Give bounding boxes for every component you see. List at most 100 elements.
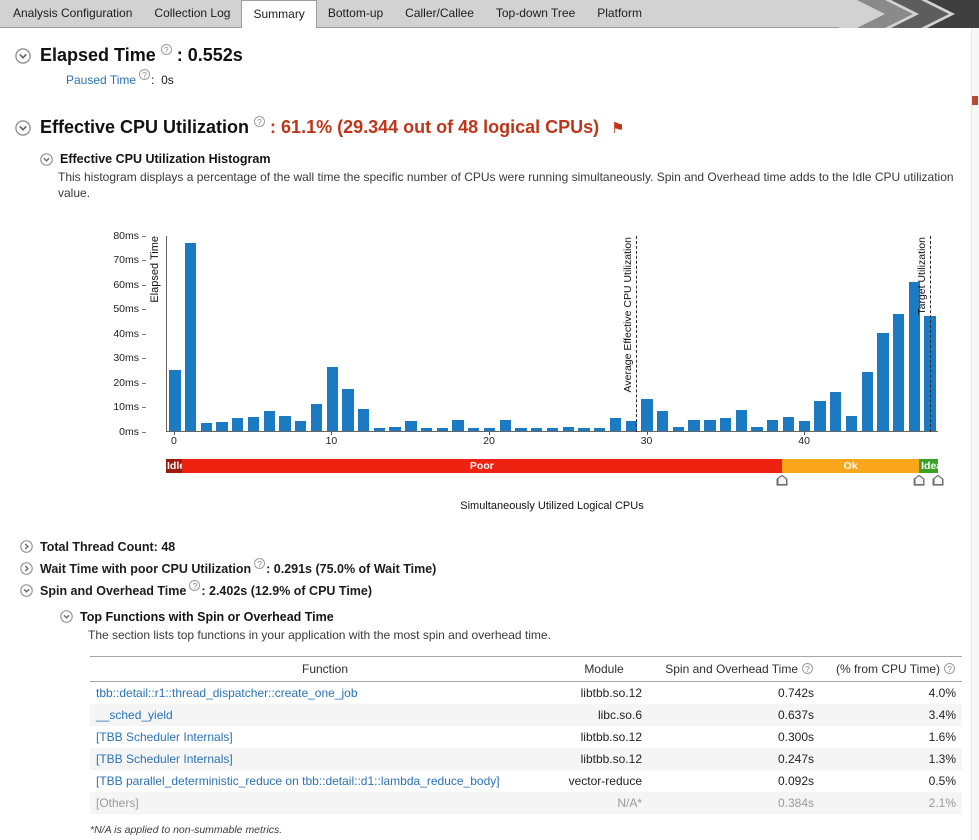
histogram-slot bbox=[246, 236, 262, 431]
help-icon[interactable] bbox=[944, 663, 955, 674]
tab-bottom-up[interactable]: Bottom-up bbox=[317, 0, 394, 27]
histogram-bar bbox=[751, 427, 762, 431]
table-row[interactable]: tbb::detail::r1::thread_dispatcher::crea… bbox=[90, 681, 962, 704]
time-cell: 0.742s bbox=[648, 681, 820, 704]
collapse-icon[interactable] bbox=[60, 610, 73, 623]
histogram-bar bbox=[295, 421, 306, 431]
chevron-decoration bbox=[839, 0, 979, 28]
collapse-icon[interactable] bbox=[15, 48, 31, 64]
histogram-bar bbox=[389, 427, 400, 431]
histogram-bar bbox=[437, 428, 448, 430]
collapse-icon[interactable] bbox=[40, 153, 53, 166]
histogram-slot bbox=[324, 236, 340, 431]
cpu-utilization-section-header: Effective CPU Utilization : 61.1% (29.34… bbox=[15, 117, 979, 138]
histogram-bar bbox=[327, 367, 338, 430]
histogram-bar bbox=[232, 418, 243, 430]
expand-icon[interactable] bbox=[20, 540, 33, 553]
table-row[interactable]: [TBB Scheduler Internals] libtbb.so.12 0… bbox=[90, 726, 962, 748]
help-icon[interactable] bbox=[254, 558, 265, 569]
y-tick-label: 0ms bbox=[119, 426, 146, 438]
histogram-plot bbox=[166, 236, 938, 432]
scrollbar-issue-marker[interactable] bbox=[972, 96, 978, 105]
histogram-bar bbox=[720, 418, 731, 430]
histogram-slot bbox=[387, 236, 403, 431]
top-functions-description: The section lists top functions in your … bbox=[88, 628, 979, 642]
histogram-slot bbox=[450, 236, 466, 431]
collapse-icon[interactable] bbox=[20, 584, 33, 597]
tab-collection-log[interactable]: Collection Log bbox=[143, 0, 241, 27]
histogram-bar bbox=[279, 416, 290, 431]
histogram-slot bbox=[576, 236, 592, 431]
collapse-icon[interactable] bbox=[15, 120, 31, 136]
stat-value: 0.291s (75.0% of Wait Time) bbox=[274, 562, 437, 576]
table-row[interactable]: __sched_yield libc.so.6 0.637s 3.4% bbox=[90, 704, 962, 726]
histogram-bar bbox=[799, 421, 810, 431]
histogram-slot bbox=[655, 236, 671, 431]
function-link[interactable]: [TBB Scheduler Internals] bbox=[96, 752, 233, 766]
histogram-slot bbox=[482, 236, 498, 431]
histogram-bar bbox=[830, 392, 841, 431]
histogram-slot bbox=[608, 236, 624, 431]
column-header-time[interactable]: Spin and Overhead Time bbox=[648, 656, 820, 681]
histogram-bar bbox=[358, 409, 369, 431]
tab-platform[interactable]: Platform bbox=[586, 0, 653, 27]
histogram-bar bbox=[342, 389, 353, 430]
x-tick-label: 0 bbox=[171, 435, 177, 447]
column-header-function[interactable]: Function bbox=[90, 656, 560, 681]
module-cell: libtbb.so.12 bbox=[560, 726, 648, 748]
help-icon[interactable] bbox=[139, 69, 150, 80]
histogram-slot bbox=[671, 236, 687, 431]
band-handle[interactable] bbox=[914, 475, 925, 486]
pct-cell: 2.1% bbox=[820, 792, 962, 814]
avg-line[interactable]: Average Effective CPU Utilization bbox=[636, 236, 637, 432]
tab-top-down-tree[interactable]: Top-down Tree bbox=[485, 0, 586, 27]
target-line-label: Target Utilization bbox=[916, 237, 928, 315]
help-icon[interactable] bbox=[802, 663, 813, 674]
help-icon[interactable] bbox=[161, 44, 172, 55]
tab-caller-callee[interactable]: Caller/Callee bbox=[394, 0, 485, 27]
top-functions-header: Top Functions with Spin or Overhead Time bbox=[60, 610, 979, 624]
histogram-bar bbox=[610, 418, 621, 430]
histogram-slot bbox=[198, 236, 214, 431]
cpu-utilization-title: Effective CPU Utilization bbox=[40, 117, 249, 138]
function-link[interactable]: [TBB parallel_deterministic_reduce on tb… bbox=[96, 774, 500, 788]
band-handle[interactable] bbox=[933, 475, 944, 486]
elapsed-time-title: Elapsed Time bbox=[40, 45, 156, 66]
histogram-bar bbox=[185, 243, 196, 431]
scrollbar-track[interactable] bbox=[971, 28, 979, 840]
histogram-bar bbox=[877, 333, 888, 431]
histogram-bar bbox=[846, 416, 857, 431]
help-icon[interactable] bbox=[189, 580, 200, 591]
table-row[interactable]: [TBB parallel_deterministic_reduce on tb… bbox=[90, 770, 962, 792]
top-functions-title: Top Functions with Spin or Overhead Time bbox=[80, 610, 334, 624]
histogram-slot bbox=[796, 236, 812, 431]
histogram-slot bbox=[781, 236, 797, 431]
y-tick-label: 80ms bbox=[113, 230, 146, 242]
histogram-slot bbox=[592, 236, 608, 431]
histogram-bar bbox=[688, 420, 699, 431]
column-header-module[interactable]: Module bbox=[560, 656, 648, 681]
histogram-bar bbox=[452, 420, 463, 431]
column-header-pct[interactable]: (% from CPU Time) bbox=[820, 656, 962, 681]
table-header-row: Function Module Spin and Overhead Time (… bbox=[90, 656, 962, 681]
expand-icon[interactable] bbox=[20, 562, 33, 575]
histogram-slot bbox=[560, 236, 576, 431]
tab-summary[interactable]: Summary bbox=[241, 0, 316, 28]
histogram-slot bbox=[230, 236, 246, 431]
function-link[interactable]: __sched_yield bbox=[96, 708, 173, 722]
help-icon[interactable] bbox=[254, 116, 265, 127]
band-segment-poor: Poor bbox=[182, 459, 782, 473]
histogram-slot bbox=[183, 236, 199, 431]
table-row[interactable]: [TBB Scheduler Internals] libtbb.so.12 0… bbox=[90, 748, 962, 770]
cpu-utilization-value: : 61.1% (29.344 out of 48 logical CPUs) bbox=[270, 117, 599, 138]
band-segment-idle: Idle bbox=[166, 459, 182, 473]
function-link[interactable]: tbb::detail::r1::thread_dispatcher::crea… bbox=[96, 686, 358, 700]
target-line[interactable]: Target Utilization bbox=[930, 236, 931, 432]
utilization-band-row: IdlePoorOkIdeal bbox=[166, 459, 938, 488]
function-link[interactable]: [TBB Scheduler Internals] bbox=[96, 730, 233, 744]
histogram-bar bbox=[704, 420, 715, 431]
band-handle[interactable] bbox=[777, 475, 788, 486]
tab-analysis-configuration[interactable]: Analysis Configuration bbox=[2, 0, 143, 27]
histogram-slot bbox=[293, 236, 309, 431]
paused-time-link[interactable]: Paused Time bbox=[66, 73, 136, 87]
